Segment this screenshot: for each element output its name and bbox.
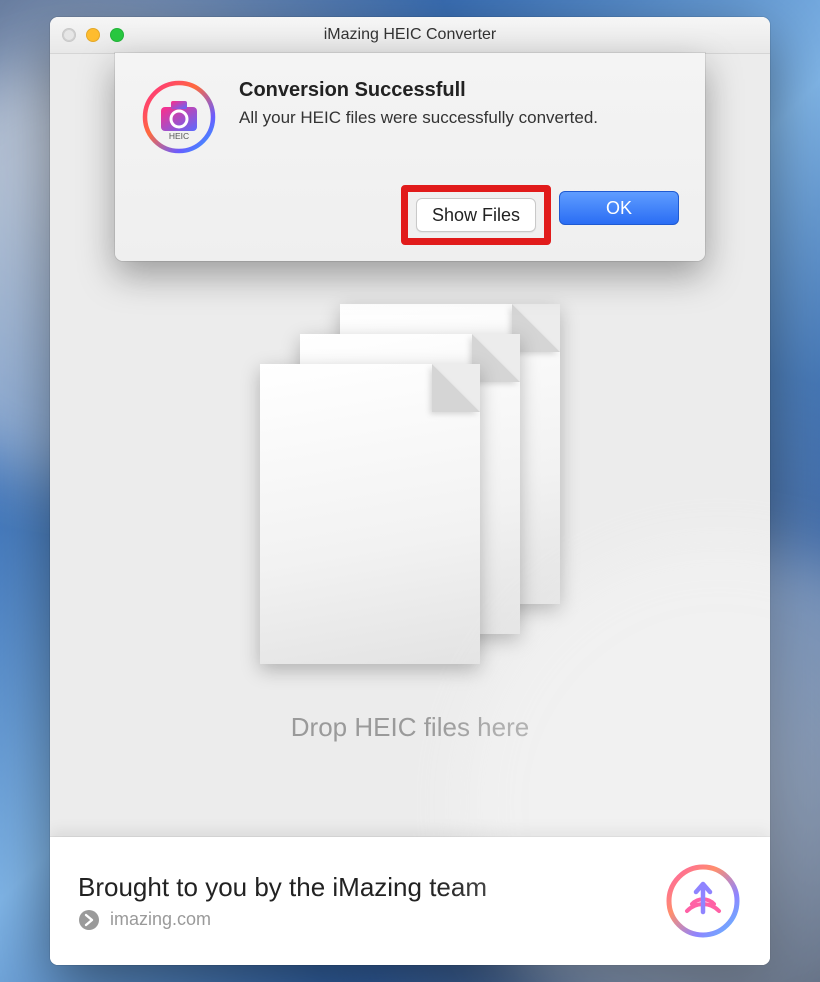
dialog-message: All your HEIC files were successfully co… [239, 108, 679, 128]
window-close-button[interactable] [62, 28, 76, 42]
page-icon [260, 364, 480, 664]
imazing-logo-icon [664, 862, 742, 940]
drop-hint-label: Drop HEIC files here [50, 712, 770, 743]
footer-tagline: Brought to you by the iMazing team [78, 872, 664, 903]
dialog-button-row: Show Files OK [141, 191, 679, 239]
window-minimize-button[interactable] [86, 28, 100, 42]
title-bar: iMazing HEIC Converter [50, 17, 770, 54]
show-files-button[interactable]: Show Files [416, 198, 536, 232]
app-window: iMazing HEIC Converter Drop HEIC files h… [50, 17, 770, 965]
dialog-title: Conversion Successfull [239, 79, 679, 102]
footer-text: Brought to you by the iMazing team imazi… [78, 872, 664, 931]
heic-icon-label: HEIC [169, 131, 189, 141]
window-zoom-button[interactable] [110, 28, 124, 42]
ok-button[interactable]: OK [559, 191, 679, 225]
annotation-highlight: Show Files [401, 185, 551, 245]
file-stack-icon [260, 304, 560, 674]
window-title: iMazing HEIC Converter [50, 26, 770, 44]
footer-panel: Brought to you by the iMazing team imazi… [50, 837, 770, 965]
footer-link-text: imazing.com [110, 909, 211, 930]
desktop-background: iMazing HEIC Converter Drop HEIC files h… [0, 0, 820, 982]
traffic-lights [62, 28, 124, 42]
footer-link[interactable]: imazing.com [78, 909, 664, 931]
heic-app-icon: HEIC [141, 79, 217, 155]
conversion-success-dialog: HEIC Conversion Successfull All your HEI… [115, 53, 705, 261]
arrow-right-circle-icon [78, 909, 100, 931]
